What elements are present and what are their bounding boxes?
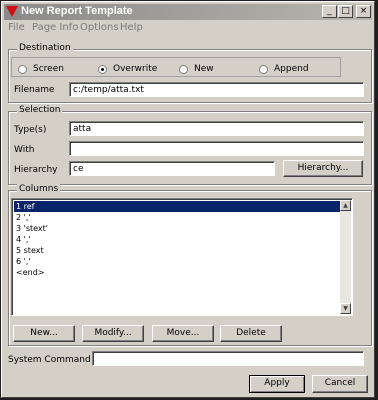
app-logo-icon <box>6 6 18 17</box>
maximize-button[interactable]: □ <box>338 5 353 18</box>
menu-file[interactable]: File <box>8 22 25 33</box>
list-item[interactable]: 5 stext <box>14 245 44 256</box>
list-item-selected[interactable]: 1 ref <box>14 201 340 212</box>
radio-screen-circle <box>18 65 27 74</box>
with-input[interactable] <box>69 141 364 156</box>
window-title: New Report Template <box>21 5 133 17</box>
destination-group-label: Destination <box>17 43 73 53</box>
cancel-button[interactable]: Cancel <box>312 375 368 393</box>
system-command-input[interactable] <box>92 351 364 366</box>
scroll-down-icon[interactable]: ▼ <box>340 303 351 314</box>
types-input[interactable]: atta <box>69 121 364 136</box>
list-item-end[interactable]: <end> <box>14 267 44 278</box>
hierarchy-label: Hierarchy <box>14 165 58 175</box>
columns-list[interactable]: 1 ref 2 ',' 3 'stext' 4 ',' 5 stext 6 ',… <box>11 198 353 316</box>
radio-screen-label: Screen <box>33 64 64 74</box>
move-column-button[interactable]: Move... <box>152 325 214 342</box>
list-scrollbar[interactable]: ▲ ▼ <box>340 200 351 314</box>
hierarchy-button[interactable]: Hierarchy... <box>283 160 363 177</box>
radio-overwrite-label: Overwrite <box>113 64 158 74</box>
radio-append-circle <box>259 65 268 74</box>
types-label: Type(s) <box>14 125 47 135</box>
with-label: With <box>14 145 35 155</box>
selection-group-label: Selection <box>17 105 63 115</box>
title-bar[interactable]: New Report Template _ □ × <box>4 4 372 20</box>
report-template-window: New Report Template _ □ × File Page Info… <box>1 1 375 398</box>
radio-overwrite-circle <box>98 65 107 74</box>
filename-label: Filename <box>14 85 55 95</box>
minimize-button[interactable]: _ <box>322 5 337 18</box>
apply-button[interactable]: Apply <box>249 375 305 393</box>
menu-page-info[interactable]: Page Info <box>32 22 78 33</box>
new-column-button[interactable]: New... <box>13 325 75 342</box>
columns-group-label: Columns <box>17 184 61 194</box>
radio-new-label: New <box>194 64 214 74</box>
menu-options[interactable]: Options <box>80 22 119 33</box>
modify-column-button[interactable]: Modify... <box>82 325 144 342</box>
list-item[interactable]: 4 ',' <box>14 234 31 245</box>
radio-selected-dot <box>101 68 104 71</box>
radio-append-label: Append <box>274 64 309 74</box>
radio-new-circle <box>179 65 188 74</box>
list-item[interactable]: 3 'stext' <box>14 223 48 234</box>
list-item[interactable]: 2 ',' <box>14 212 31 223</box>
hierarchy-input[interactable]: ce <box>69 161 275 176</box>
filename-input[interactable]: c:/temp/atta.txt <box>69 82 364 97</box>
close-button[interactable]: × <box>356 5 371 18</box>
menu-help[interactable]: Help <box>120 22 143 33</box>
list-item[interactable]: 6 ',' <box>14 256 31 267</box>
scroll-up-icon[interactable]: ▲ <box>340 200 351 211</box>
delete-column-button[interactable]: Delete <box>220 325 282 342</box>
system-command-label: System Command <box>8 355 91 365</box>
